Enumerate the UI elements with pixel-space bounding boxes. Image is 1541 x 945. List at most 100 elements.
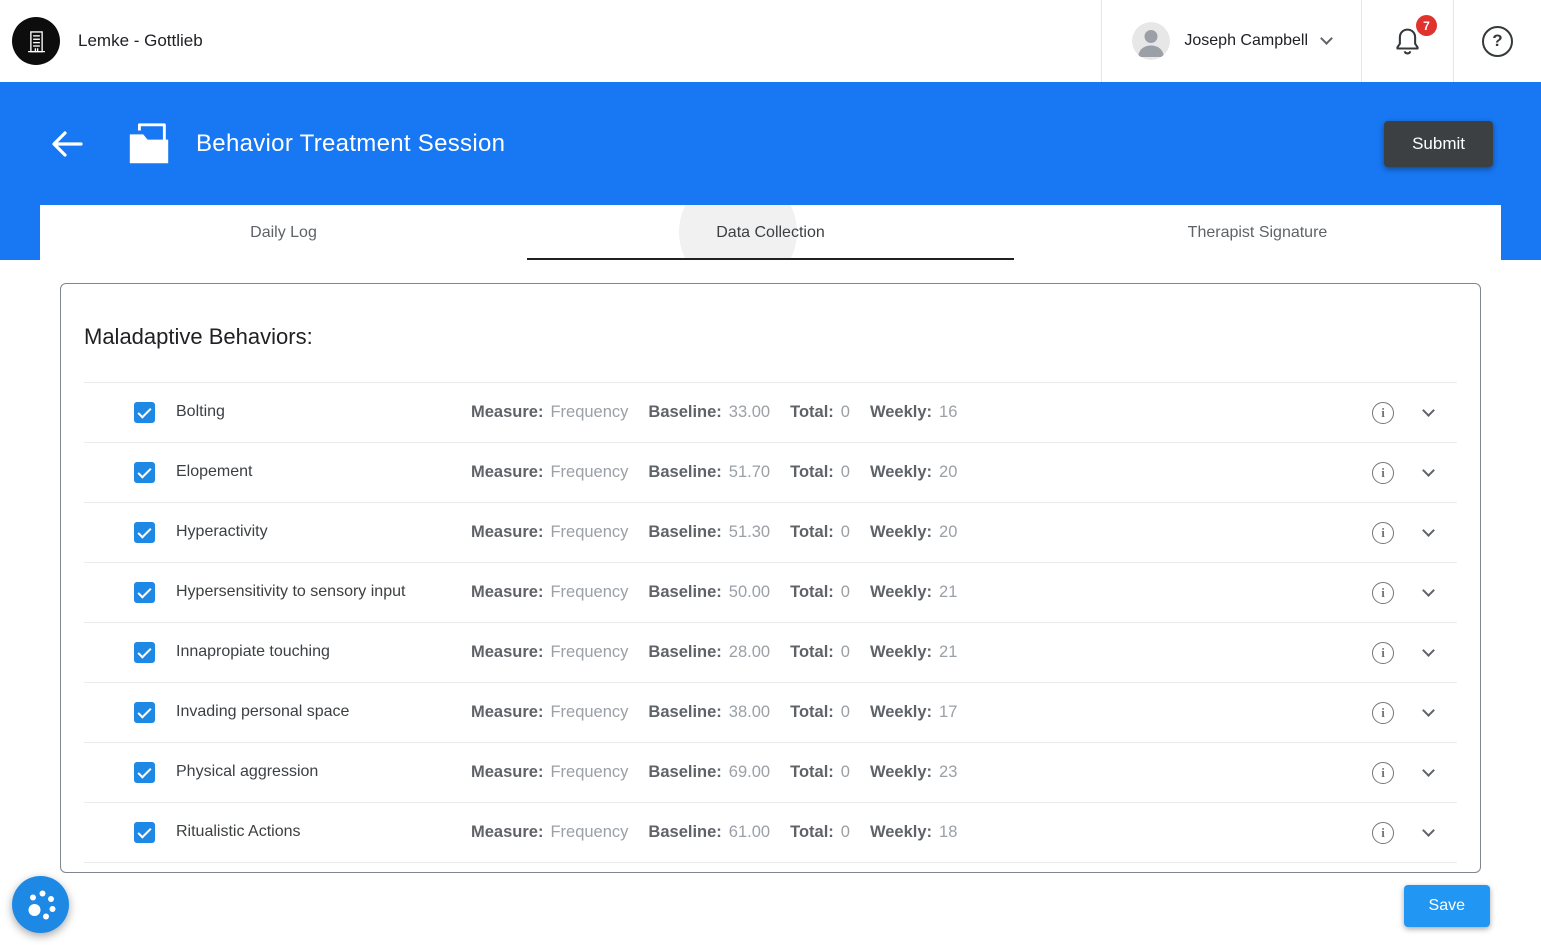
behavior-metrics: Measure: Frequency Baseline: 51.70 Total…: [471, 463, 957, 482]
behavior-name: Innapropiate touching: [176, 643, 330, 661]
page-header-row: Behavior Treatment Session Submit: [40, 82, 1501, 205]
behavior-row: Elopement Measure: Frequency Baseline: 5…: [84, 443, 1457, 503]
info-icon[interactable]: i: [1372, 581, 1394, 604]
total-value: 0: [840, 463, 850, 481]
weekly-metric: Weekly: 16: [870, 403, 957, 422]
total-metric: Total: 0: [790, 823, 850, 842]
measure-metric: Measure: Frequency: [471, 463, 628, 482]
baseline-value: 50.00: [728, 583, 771, 601]
baseline-metric: Baseline: 50.00: [648, 583, 770, 602]
weekly-metric: Weekly: 21: [870, 583, 957, 602]
total-value: 0: [840, 823, 850, 841]
total-label: Total:: [790, 703, 834, 721]
weekly-label: Weekly:: [869, 763, 933, 781]
clinic-logo-icon: [12, 17, 60, 65]
back-arrow-icon: [52, 130, 83, 157]
baseline-label: Baseline:: [648, 583, 722, 601]
weekly-metric: Weekly: 18: [870, 823, 957, 842]
content-area: Maladaptive Behaviors: Bolting Measure: …: [0, 260, 1541, 873]
weekly-metric: Weekly: 20: [870, 523, 957, 542]
tab-data-collection[interactable]: Data Collection: [527, 205, 1014, 260]
behavior-checkbox[interactable]: [134, 462, 155, 483]
chevron-down-icon[interactable]: [1422, 464, 1435, 477]
row-actions: i: [1372, 461, 1447, 484]
notifications-button[interactable]: 7: [1361, 0, 1453, 82]
tab-data-collection-label: Data Collection: [716, 223, 825, 241]
measure-value: Frequency: [550, 523, 629, 541]
info-icon[interactable]: i: [1372, 821, 1394, 844]
behavior-checkbox[interactable]: [134, 402, 155, 423]
baseline-value: 51.70: [728, 463, 771, 481]
measure-value: Frequency: [550, 583, 629, 601]
weekly-value: 20: [939, 523, 958, 541]
behavior-checkbox[interactable]: [134, 522, 155, 543]
behavior-checkbox[interactable]: [134, 762, 155, 783]
behavior-metrics: Measure: Frequency Baseline: 69.00 Total…: [471, 763, 957, 782]
palette-fab[interactable]: [12, 876, 69, 933]
weekly-label: Weekly:: [869, 823, 933, 841]
total-metric: Total: 0: [790, 643, 850, 662]
tab-therapist-signature[interactable]: Therapist Signature: [1014, 205, 1501, 260]
weekly-value: 21: [939, 643, 958, 661]
weekly-metric: Weekly: 17: [870, 703, 957, 722]
back-button[interactable]: [50, 130, 84, 158]
info-icon[interactable]: i: [1372, 461, 1394, 484]
row-actions: i: [1372, 401, 1447, 424]
row-actions: i: [1372, 701, 1447, 724]
total-value: 0: [840, 583, 850, 601]
chevron-down-icon[interactable]: [1422, 584, 1435, 597]
weekly-value: 16: [939, 403, 958, 421]
behavior-checkbox[interactable]: [134, 642, 155, 663]
info-icon[interactable]: i: [1372, 761, 1394, 784]
tab-bar: Daily Log Data Collection Therapist Sign…: [40, 205, 1501, 260]
info-icon[interactable]: i: [1372, 401, 1394, 424]
info-icon[interactable]: i: [1372, 521, 1394, 544]
baseline-value: 28.00: [728, 643, 771, 661]
weekly-label: Weekly:: [869, 463, 933, 481]
save-button[interactable]: Save: [1403, 885, 1490, 927]
total-label: Total:: [790, 403, 834, 421]
tab-daily-log[interactable]: Daily Log: [40, 205, 527, 260]
measure-value: Frequency: [550, 403, 629, 421]
chevron-down-icon[interactable]: [1422, 704, 1435, 717]
chevron-down-icon[interactable]: [1422, 764, 1435, 777]
avatar: [1132, 22, 1171, 60]
measure-label: Measure:: [471, 703, 544, 721]
row-actions: i: [1372, 821, 1447, 844]
measure-label: Measure:: [471, 463, 544, 481]
maladaptive-behaviors-card: Maladaptive Behaviors: Bolting Measure: …: [60, 283, 1481, 873]
clinic-name: Lemke - Gottlieb: [78, 31, 203, 50]
weekly-value: 18: [939, 823, 958, 841]
weekly-label: Weekly:: [869, 403, 933, 421]
behavior-list: Bolting Measure: Frequency Baseline: 33.…: [84, 382, 1457, 863]
measure-label: Measure:: [471, 763, 544, 781]
chevron-down-icon[interactable]: [1422, 524, 1435, 537]
user-name: Joseph Campbell: [1184, 32, 1308, 49]
behavior-checkbox[interactable]: [134, 582, 155, 603]
chevron-down-icon[interactable]: [1422, 824, 1435, 837]
info-icon[interactable]: i: [1372, 701, 1394, 724]
measure-label: Measure:: [471, 583, 544, 601]
chevron-down-icon[interactable]: [1422, 644, 1435, 657]
measure-metric: Measure: Frequency: [471, 823, 628, 842]
user-menu[interactable]: Joseph Campbell: [1101, 0, 1361, 82]
topbar: Lemke - Gottlieb Joseph Campbell 7 ?: [0, 0, 1541, 82]
behavior-checkbox[interactable]: [134, 702, 155, 723]
chevron-down-icon[interactable]: [1422, 404, 1435, 417]
info-icon[interactable]: i: [1372, 641, 1394, 664]
baseline-label: Baseline:: [648, 643, 722, 661]
weekly-value: 21: [939, 583, 958, 601]
behavior-checkbox[interactable]: [134, 822, 155, 843]
baseline-metric: Baseline: 51.70: [648, 463, 770, 482]
baseline-value: 51.30: [728, 523, 771, 541]
total-metric: Total: 0: [790, 463, 850, 482]
total-value: 0: [840, 763, 850, 781]
help-button[interactable]: ?: [1453, 0, 1541, 82]
measure-value: Frequency: [550, 763, 629, 781]
behavior-row: Physical aggression Measure: Frequency B…: [84, 743, 1457, 803]
weekly-label: Weekly:: [869, 703, 933, 721]
baseline-label: Baseline:: [648, 523, 722, 541]
submit-button[interactable]: Submit: [1384, 120, 1493, 167]
weekly-metric: Weekly: 23: [870, 763, 957, 782]
chevron-down-icon: [1320, 32, 1333, 45]
